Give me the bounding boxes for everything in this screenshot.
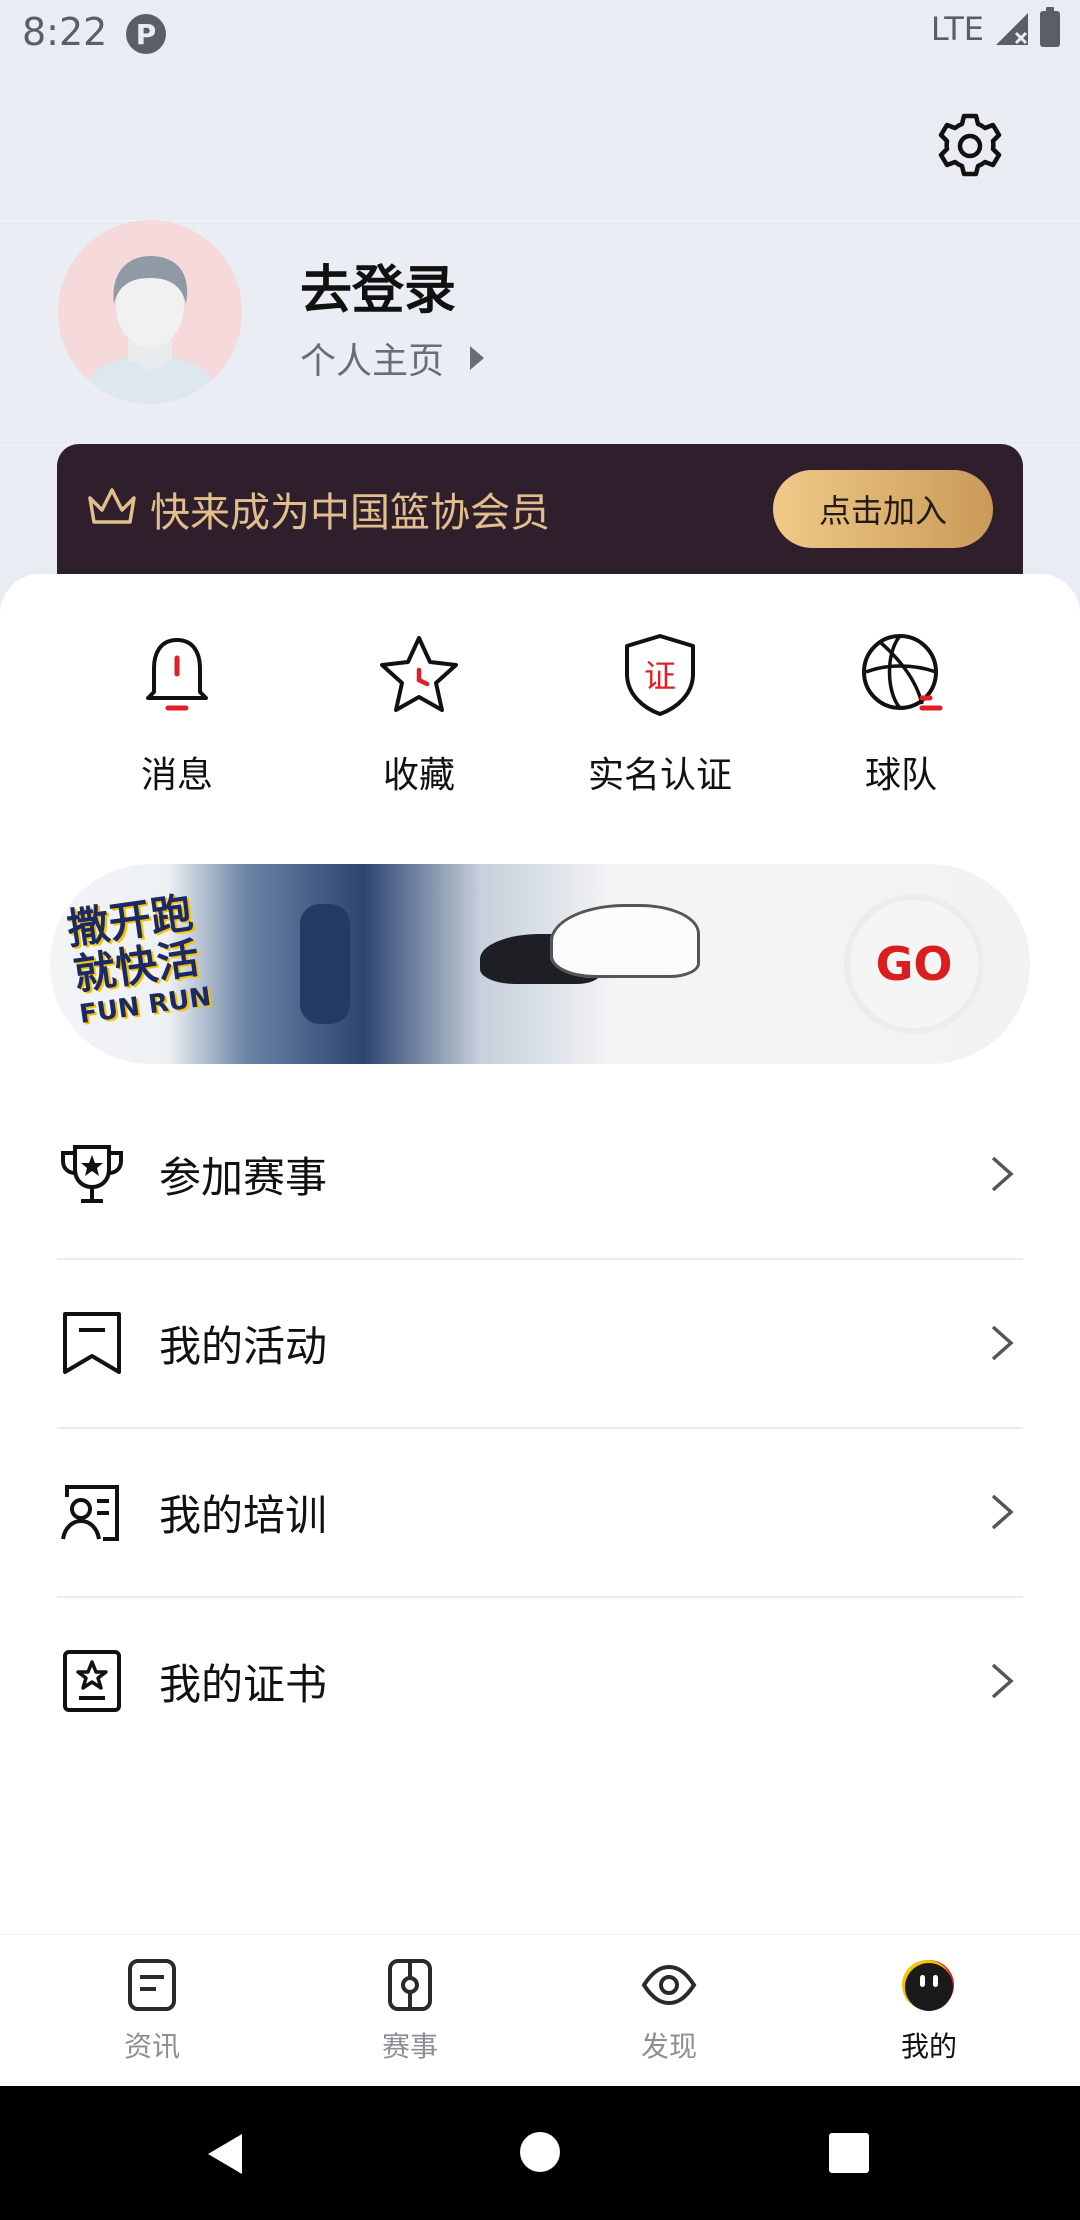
- battery-icon: [1040, 7, 1060, 47]
- system-navigation-bar: [0, 2086, 1080, 2220]
- menu-join-events[interactable]: 参加赛事: [57, 1090, 1023, 1260]
- status-indicators: LTE: [930, 7, 1060, 48]
- avatar[interactable]: [58, 220, 242, 404]
- join-membership-button[interactable]: 点击加入: [773, 470, 993, 548]
- signal-icon: [996, 13, 1028, 45]
- quick-action-real-name-verification[interactable]: 证 实名认证: [570, 630, 750, 798]
- funrun-ad-banner[interactable]: 撒开跑 就快活 FUN RUN GO: [50, 864, 1030, 1064]
- shield-glyph: 证: [644, 657, 676, 695]
- membership-text: 快来成为中国篮协会员: [150, 490, 550, 536]
- personal-homepage-link[interactable]: 个人主页: [300, 332, 485, 384]
- chevron-right-icon: [991, 1325, 1014, 1361]
- mine-face-icon: [902, 1960, 954, 2011]
- shoe-image-white: [550, 904, 700, 978]
- settings-gear-icon[interactable]: [934, 110, 1006, 182]
- menu-label: 我的培训: [159, 1490, 328, 1540]
- tab-label: 发现: [640, 2030, 697, 2063]
- bottom-tab-bar: 资讯 赛事 发现 我的: [0, 1934, 1080, 2087]
- bookmark-icon: [63, 1312, 121, 1374]
- menu-label: 参加赛事: [159, 1152, 328, 1202]
- status-time: 8:22: [22, 10, 108, 54]
- funrun-logo: 撒开跑 就快活 FUN RUN: [64, 882, 263, 1056]
- login-prompt[interactable]: 去登录: [300, 248, 456, 323]
- chevron-right-icon: [991, 1156, 1014, 1192]
- menu-my-training[interactable]: 我的培训: [57, 1428, 1023, 1598]
- tab-matches[interactable]: 赛事: [330, 1957, 490, 2065]
- tab-news[interactable]: 资讯: [72, 1957, 232, 2065]
- bell-icon: [146, 638, 208, 711]
- recents-icon[interactable]: [828, 2132, 870, 2174]
- menu-label: 我的证书: [159, 1659, 328, 1709]
- quick-action-label: 实名认证: [587, 755, 732, 796]
- shield-id-icon: 证: [625, 634, 695, 716]
- chevron-right-icon: [991, 1494, 1014, 1530]
- basketball-icon: [862, 634, 943, 711]
- trophy-icon: [61, 1145, 123, 1203]
- home-icon[interactable]: [518, 2130, 562, 2174]
- network-type: LTE: [930, 10, 984, 48]
- menu-label: 我的活动: [159, 1321, 328, 1371]
- crown-icon: [88, 488, 136, 524]
- runner-figure: [300, 904, 350, 1024]
- status-bar: 8:22 P LTE: [0, 0, 1080, 66]
- eye-icon: [641, 1964, 697, 2006]
- default-user-avatar-icon: [58, 220, 242, 404]
- caret-right-icon: [470, 346, 485, 370]
- star-icon: [380, 636, 458, 712]
- tab-discover[interactable]: 发现: [589, 1957, 749, 2065]
- quick-action-label: 收藏: [382, 755, 455, 796]
- quick-action-messages[interactable]: 消息: [87, 630, 267, 798]
- chevron-right-icon: [991, 1663, 1014, 1699]
- quick-action-favorites[interactable]: 收藏: [329, 630, 509, 798]
- quick-action-label: 消息: [140, 755, 213, 796]
- certificate-icon: [63, 1650, 121, 1712]
- news-icon: [128, 1959, 176, 2011]
- menu-my-certificates[interactable]: 我的证书: [57, 1597, 1023, 1765]
- training-icon: [61, 1485, 119, 1541]
- menu-my-activities[interactable]: 我的活动: [57, 1259, 1023, 1429]
- quick-action-team[interactable]: 球队: [811, 630, 991, 798]
- quick-action-label: 球队: [864, 755, 937, 796]
- go-button[interactable]: GO: [850, 900, 978, 1028]
- tab-label: 资讯: [123, 2030, 180, 2063]
- match-icon: [388, 1959, 432, 2011]
- tab-label: 我的: [900, 2030, 957, 2063]
- personal-homepage-label: 个人主页: [300, 341, 445, 382]
- tab-label: 赛事: [381, 2030, 438, 2063]
- back-icon[interactable]: [200, 2130, 248, 2178]
- app-notification-icon: P: [126, 14, 166, 54]
- tab-mine[interactable]: 我的: [849, 1957, 1009, 2065]
